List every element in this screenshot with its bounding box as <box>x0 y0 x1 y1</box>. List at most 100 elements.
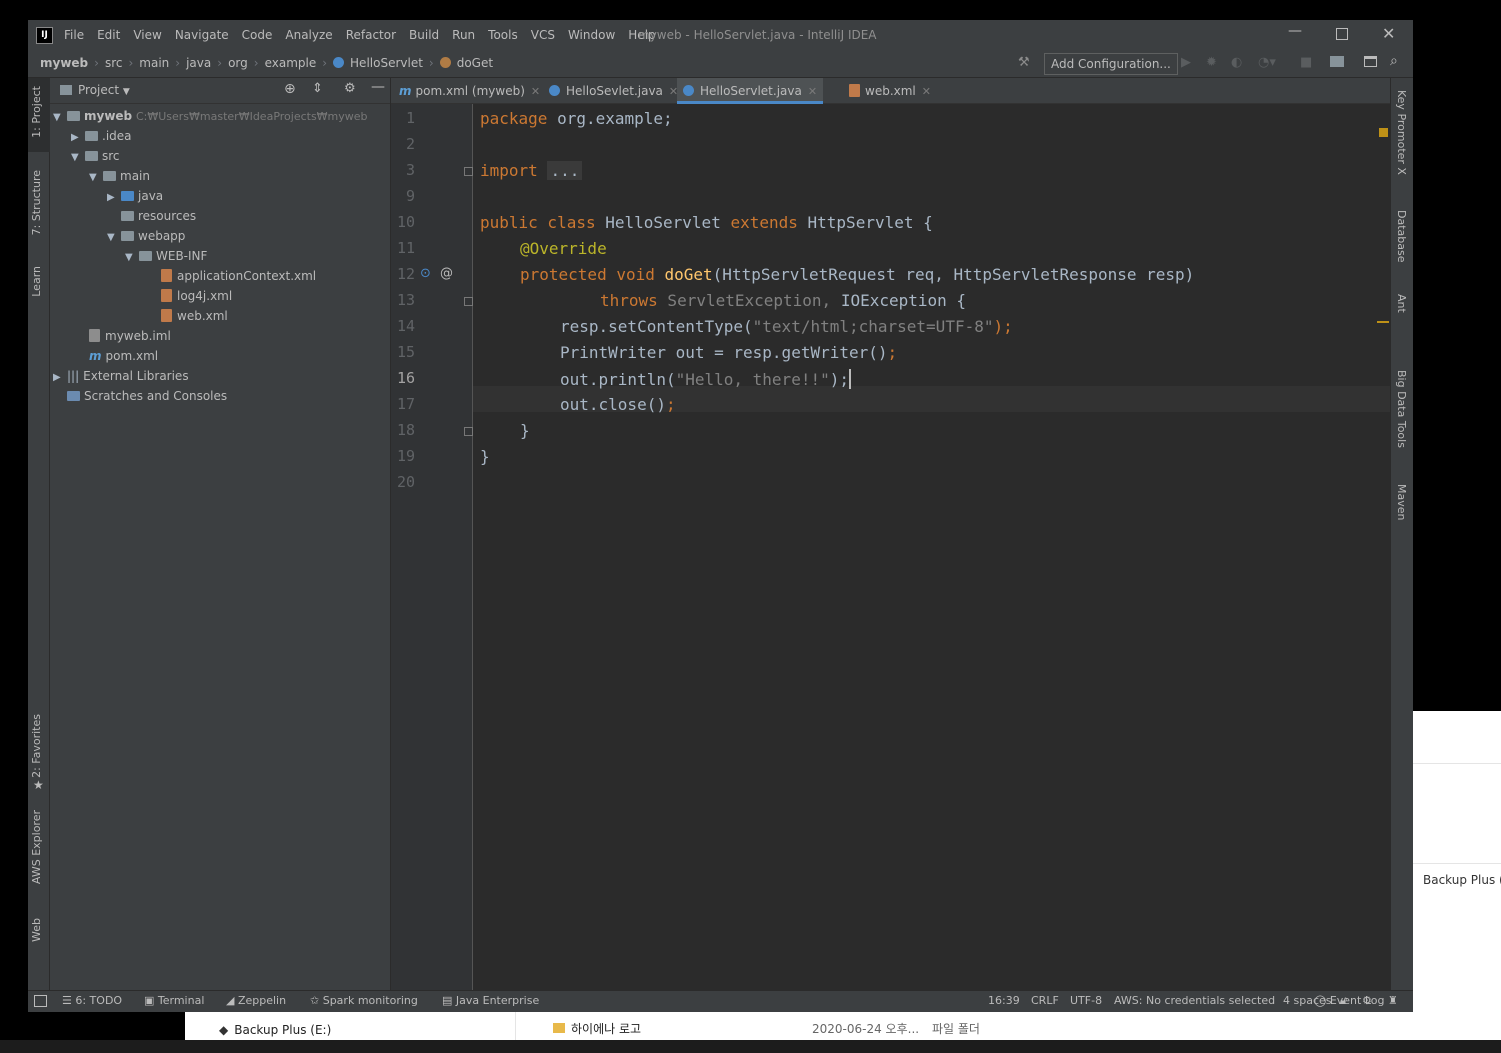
tool-java-enterprise[interactable]: ▤ Java Enterprise <box>442 994 539 1007</box>
search-icon[interactable]: ⌕ <box>1390 53 1398 69</box>
hide-panel-icon[interactable]: — <box>371 79 385 95</box>
file-encoding[interactable]: UTF-8 <box>1070 994 1102 1007</box>
backup-drive-label[interactable]: Backup Plus (E <box>1423 873 1501 887</box>
layout-icon[interactable] <box>1364 56 1377 67</box>
run-icon[interactable]: ▶ <box>1181 55 1191 70</box>
menu-code[interactable]: Code <box>242 28 273 42</box>
menu-view[interactable]: View <box>133 28 161 42</box>
toggle-tool-windows-icon[interactable] <box>34 995 47 1007</box>
override-marker-icon[interactable]: ⊙ <box>420 266 431 281</box>
fold-icon[interactable] <box>464 297 473 306</box>
tab-label: pom.xml (myweb) <box>415 84 525 98</box>
lock-icon[interactable]: 🔓︎ <box>1340 994 1347 1008</box>
tool-todo[interactable]: ☰ 6: TODO <box>62 994 122 1007</box>
breadcrumb-java[interactable]: java <box>186 56 211 70</box>
close-tab-icon[interactable]: ✕ <box>531 85 540 98</box>
collapse-all-icon[interactable]: ⇕ <box>312 81 323 96</box>
keyword: protected void <box>520 265 655 284</box>
tool-tab-key-promoter[interactable]: Key Promoter X <box>1395 90 1408 175</box>
close-icon[interactable]: ✕ <box>1382 24 1395 43</box>
backup-drive-item[interactable]: ◆ Backup Plus (E:) <box>219 1023 331 1037</box>
breadcrumb-example[interactable]: example <box>265 56 317 70</box>
tool-spark-monitoring[interactable]: ✩ Spark monitoring <box>310 994 418 1007</box>
add-configuration-button[interactable]: Add Configuration... <box>1044 53 1178 75</box>
tool-tab-project[interactable]: 1: Project <box>30 86 43 138</box>
coverage-icon[interactable]: ◐ <box>1231 55 1242 70</box>
tree-item-applicationcontext[interactable]: applicationContext.xml <box>161 266 316 286</box>
menu-file[interactable]: File <box>64 28 84 42</box>
menu-window[interactable]: Window <box>568 28 615 42</box>
debug-icon[interactable]: ✹ <box>1206 55 1217 70</box>
tool-terminal[interactable]: ▣ Terminal <box>144 994 204 1007</box>
scrollbar-marker[interactable] <box>1377 321 1389 323</box>
annotation-marker-icon[interactable]: @ <box>440 266 453 281</box>
tool-tab-big-data-tools[interactable]: Big Data Tools <box>1395 370 1408 448</box>
menu-vcs[interactable]: VCS <box>531 28 555 42</box>
caret-position[interactable]: 16:39 <box>988 994 1020 1007</box>
breadcrumb-main[interactable]: main <box>139 56 169 70</box>
folded-imports[interactable]: ... <box>547 161 583 180</box>
close-tab-icon[interactable]: ✕ <box>808 85 817 98</box>
tree-item-web-inf[interactable]: ▼ WEB-INF <box>125 246 207 266</box>
breadcrumb-myweb[interactable]: myweb <box>40 56 88 70</box>
tab-hellosevlet[interactable]: HelloSevlet.java ✕ <box>549 78 678 104</box>
menu-navigate[interactable]: Navigate <box>175 28 229 42</box>
tree-item-scratches[interactable]: Scratches and Consoles <box>67 386 227 406</box>
breadcrumb-src[interactable]: src <box>105 56 123 70</box>
project-view-selector[interactable]: Project ▼ <box>78 83 130 97</box>
inspection-status-icon[interactable] <box>1379 128 1388 137</box>
stop-icon[interactable]: ■ <box>1300 55 1312 70</box>
tool-tab-favorites[interactable]: 2: Favorites <box>30 714 43 778</box>
indent-setting[interactable]: 4 spaces <box>1283 994 1332 1007</box>
tool-tab-web[interactable]: Web <box>30 918 43 942</box>
tool-tab-database[interactable]: Database <box>1395 210 1408 263</box>
breadcrumb-helloservlet[interactable]: HelloServlet <box>350 56 423 70</box>
tree-item-web-xml[interactable]: web.xml <box>161 306 228 326</box>
tree-item-src[interactable]: ▼ src <box>71 146 120 166</box>
aws-credentials[interactable]: AWS: No credentials selected <box>1114 994 1275 1007</box>
locate-icon[interactable]: ⊕ <box>284 81 296 97</box>
project-structure-icon[interactable] <box>1330 56 1344 67</box>
tree-item-external-libraries[interactable]: ▶ ||| External Libraries <box>53 366 189 386</box>
fold-icon[interactable] <box>464 167 473 176</box>
breadcrumb-org[interactable]: org <box>228 56 248 70</box>
menu-refactor[interactable]: Refactor <box>346 28 396 42</box>
close-tab-icon[interactable]: ✕ <box>922 85 931 98</box>
settings-icon[interactable]: ⚙ <box>1362 994 1372 1007</box>
tree-item-java[interactable]: ▶ java <box>107 186 163 206</box>
maximize-icon[interactable] <box>1336 28 1348 40</box>
tree-item-webapp[interactable]: ▼ webapp <box>107 226 185 246</box>
tool-tab-ant[interactable]: Ant <box>1395 294 1408 313</box>
tree-item-myweb-iml[interactable]: myweb.iml <box>89 326 171 346</box>
menu-tools[interactable]: Tools <box>488 28 518 42</box>
tool-tab-aws-explorer[interactable]: AWS Explorer <box>30 810 43 884</box>
tab-pom-xml[interactable]: m pom.xml (myweb) ✕ <box>399 78 540 104</box>
profile-icon[interactable]: ◔▾ <box>1258 55 1276 70</box>
code-editor[interactable]: package org.example; import ... public c… <box>473 104 1390 990</box>
folder-row[interactable]: 하이에나 로고 <box>553 1020 641 1037</box>
inspector-icon[interactable]: ♜ <box>1388 994 1398 1007</box>
menu-edit[interactable]: Edit <box>97 28 120 42</box>
tool-tab-learn[interactable]: Learn <box>30 266 43 297</box>
tree-item-pom-xml[interactable]: m pom.xml <box>89 346 158 366</box>
code-line-16: out.println("Hello, there!!"); <box>560 369 851 389</box>
tool-tab-structure[interactable]: 7: Structure <box>30 170 43 235</box>
menu-build[interactable]: Build <box>409 28 439 42</box>
minimize-icon[interactable]: — <box>1288 23 1302 39</box>
tree-item-idea[interactable]: ▶ .idea <box>71 126 132 146</box>
tree-item-resources[interactable]: resources <box>121 206 196 226</box>
tab-helloservlet[interactable]: HelloServlet.java ✕ <box>677 78 824 104</box>
tree-item-main[interactable]: ▼ main <box>89 166 150 186</box>
line-separator[interactable]: CRLF <box>1031 994 1059 1007</box>
menu-analyze[interactable]: Analyze <box>285 28 332 42</box>
tab-web-xml[interactable]: web.xml ✕ <box>849 78 931 104</box>
tree-item-myweb[interactable]: ▼ myweb C:₩Users₩master₩IdeaProjects₩mywe… <box>53 106 368 126</box>
breadcrumb-doget[interactable]: doGet <box>457 56 493 70</box>
menu-run[interactable]: Run <box>452 28 475 42</box>
hammer-icon[interactable]: ⚒ <box>1018 55 1030 70</box>
tree-item-log4j[interactable]: log4j.xml <box>161 286 232 306</box>
tool-zeppelin[interactable]: ◢ Zeppelin <box>226 994 286 1007</box>
tool-tab-maven[interactable]: Maven <box>1395 484 1408 520</box>
gear-icon[interactable]: ⚙ <box>344 81 356 96</box>
fold-icon[interactable] <box>464 427 473 436</box>
